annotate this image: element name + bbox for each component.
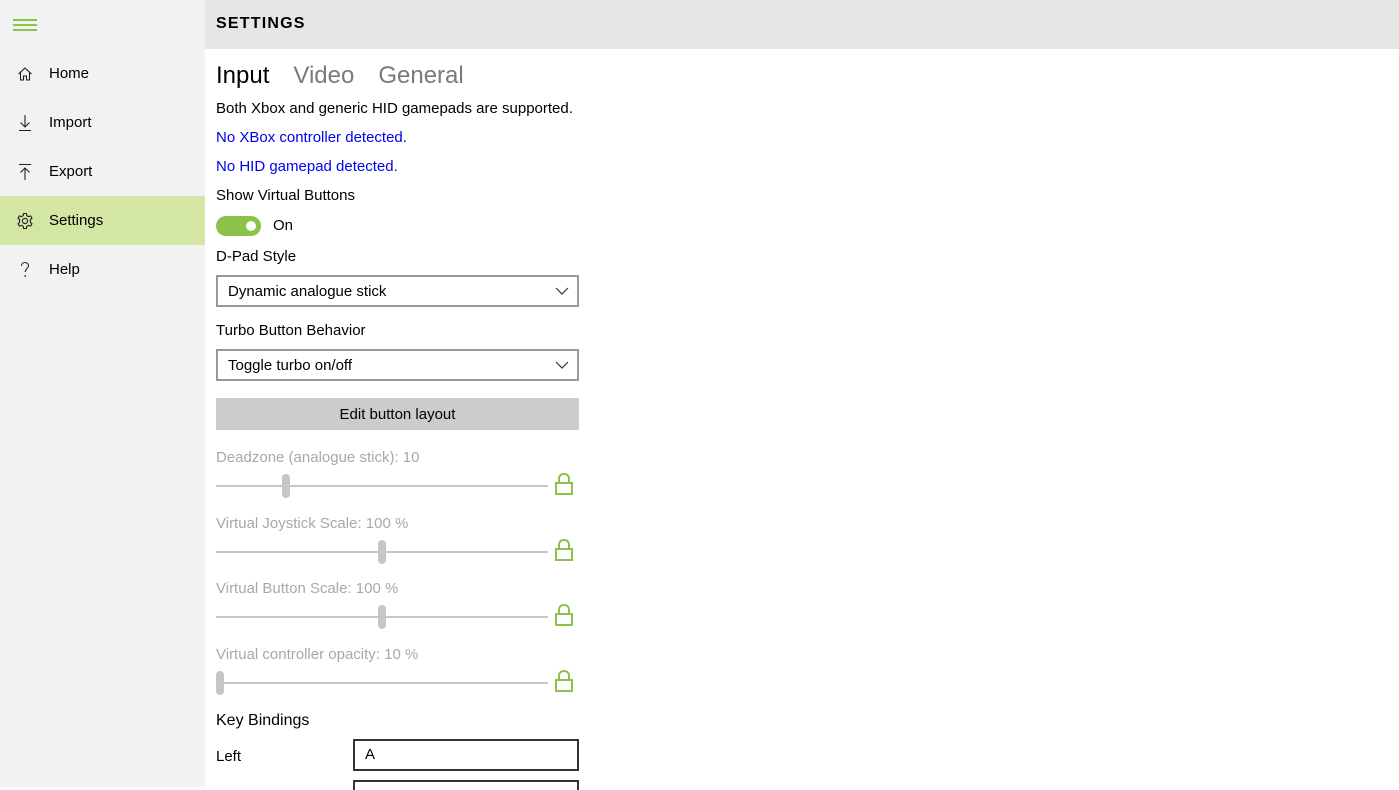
joystick-scale-label: Virtual Joystick Scale: 100 % bbox=[216, 515, 409, 532]
hamburger-icon[interactable] bbox=[13, 17, 37, 33]
sidebar-item-import[interactable]: Import bbox=[0, 98, 205, 147]
button-scale-label: Virtual Button Scale: 100 % bbox=[216, 580, 399, 597]
sidebar-item-label: Help bbox=[49, 261, 80, 278]
xbox-status-text: No XBox controller detected. bbox=[216, 129, 407, 146]
dpad-style-select[interactable]: Dynamic analogue stick bbox=[216, 275, 579, 307]
import-icon bbox=[16, 114, 34, 132]
sidebar-item-home[interactable]: Home bbox=[0, 49, 205, 98]
chevron-down-icon bbox=[555, 287, 569, 295]
turbo-behavior-select[interactable]: Toggle turbo on/off bbox=[216, 349, 579, 381]
help-icon bbox=[16, 261, 34, 279]
deadzone-label: Deadzone (analogue stick): 10 bbox=[216, 449, 420, 466]
edit-button-layout-button[interactable]: Edit button layout bbox=[216, 398, 579, 430]
key-bindings-title: Key Bindings bbox=[216, 712, 310, 729]
opacity-slider[interactable] bbox=[216, 671, 548, 695]
page-title: SETTINGS bbox=[216, 15, 306, 32]
slider-thumb[interactable] bbox=[378, 540, 386, 564]
joystick-scale-slider[interactable] bbox=[216, 540, 548, 564]
opacity-label: Virtual controller opacity: 10 % bbox=[216, 646, 419, 663]
dpad-style-label: D-Pad Style bbox=[216, 248, 297, 265]
sidebar-item-label: Home bbox=[49, 65, 90, 82]
tab-input[interactable]: Input bbox=[216, 60, 269, 94]
slider-thumb[interactable] bbox=[216, 671, 224, 695]
sidebar-item-label: Import bbox=[49, 114, 92, 131]
support-text: Both Xbox and generic HID gamepads are s… bbox=[216, 100, 573, 117]
button-scale-slider[interactable] bbox=[216, 605, 548, 629]
slider-track bbox=[216, 682, 548, 684]
lock-icon[interactable] bbox=[554, 472, 574, 496]
hid-status-text: No HID gamepad detected. bbox=[216, 158, 398, 175]
export-icon bbox=[16, 163, 34, 181]
header-bar: SETTINGS bbox=[205, 0, 1399, 49]
slider-track bbox=[216, 485, 548, 487]
sidebar-item-label: Settings bbox=[49, 212, 104, 229]
sidebar-item-label: Export bbox=[49, 163, 93, 180]
deadzone-slider[interactable] bbox=[216, 474, 548, 498]
tab-general[interactable]: General bbox=[378, 60, 463, 94]
sidebar: Home Import Export Settings Help bbox=[0, 0, 205, 787]
key-binding-label-left: Left bbox=[216, 748, 242, 765]
sidebar-item-export[interactable]: Export bbox=[0, 147, 205, 196]
dpad-style-value: Dynamic analogue stick bbox=[228, 283, 387, 300]
turbo-behavior-value: Toggle turbo on/off bbox=[228, 357, 352, 374]
toggle-knob bbox=[246, 221, 256, 231]
lock-icon[interactable] bbox=[554, 603, 574, 627]
key-binding-input-next[interactable] bbox=[353, 780, 579, 790]
home-icon bbox=[16, 65, 34, 83]
virtual-buttons-toggle[interactable] bbox=[216, 216, 261, 236]
tab-video[interactable]: Video bbox=[293, 60, 354, 94]
virtual-buttons-label: Show Virtual Buttons bbox=[216, 187, 355, 204]
tab-bar: Input Video General bbox=[216, 60, 464, 94]
toggle-state-label: On bbox=[273, 217, 294, 234]
gear-icon bbox=[16, 212, 34, 230]
nav-menu: Home Import Export Settings Help bbox=[0, 49, 205, 294]
chevron-down-icon bbox=[555, 361, 569, 369]
sidebar-item-settings[interactable]: Settings bbox=[0, 196, 205, 245]
key-binding-input-left[interactable]: A bbox=[353, 739, 579, 771]
slider-thumb[interactable] bbox=[378, 605, 386, 629]
sidebar-item-help[interactable]: Help bbox=[0, 245, 205, 294]
lock-icon[interactable] bbox=[554, 538, 574, 562]
slider-thumb[interactable] bbox=[282, 474, 290, 498]
lock-icon[interactable] bbox=[554, 669, 574, 693]
turbo-behavior-label: Turbo Button Behavior bbox=[216, 322, 366, 339]
